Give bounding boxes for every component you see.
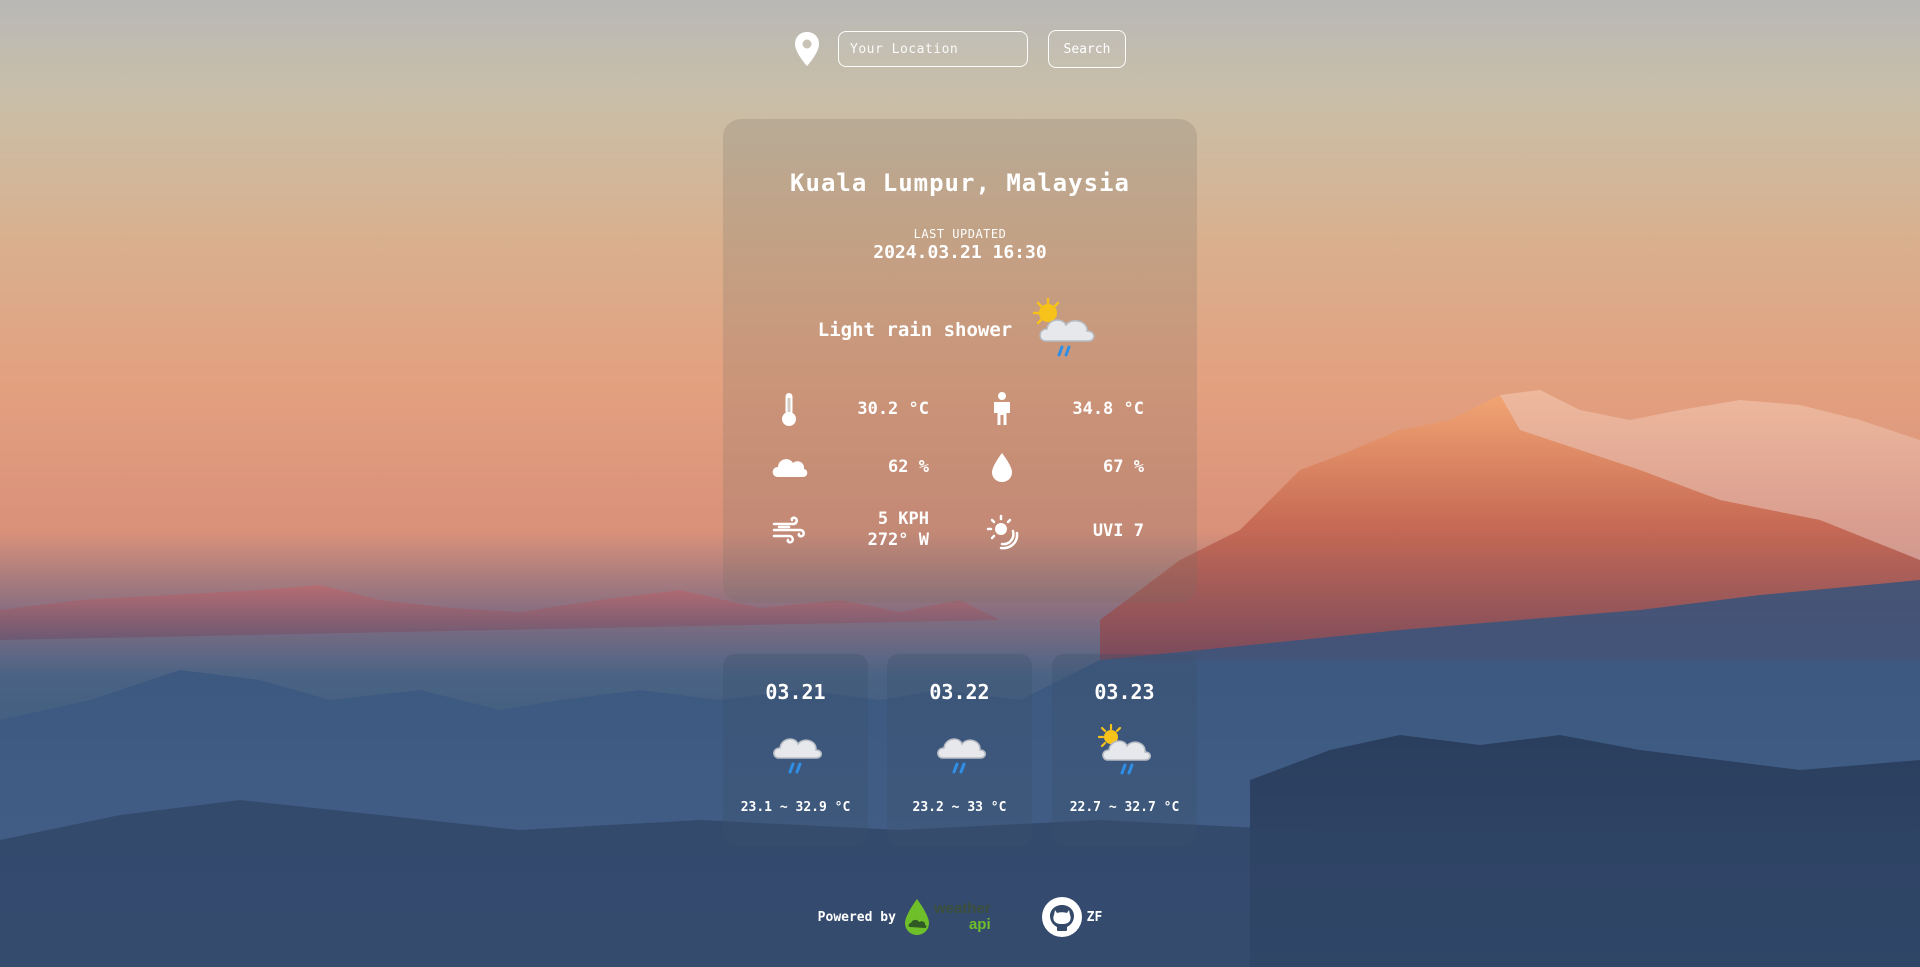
condition-row: Light rain shower [723,297,1197,363]
wind-speed: 5 KPH [877,509,929,529]
wind-stat: 5 KPH 272° W [769,509,929,551]
search-bar: Search [0,29,1920,69]
wind-direction: 272° W [867,530,929,550]
cloud-cover-value: 62 % [888,456,929,477]
wind-icon [772,516,805,544]
person-icon [994,392,1010,425]
current-weather-card: Kuala Lumpur, Malaysia LAST UPDATED 2024… [723,119,1197,603]
temperature-stat: 30.2 °C [769,389,929,429]
uv-index-stat: UVI 7 [982,511,1144,551]
humidity-stat: 67 % [982,447,1144,487]
sun-rain-cloud-icon [1097,724,1151,775]
logo-word-api: api [968,916,991,933]
cloud-icon [772,459,808,477]
cloud-cover-stat: 62 % [769,447,929,487]
forecast-card: 03.22 23.2 ~ 33 °C [887,654,1032,846]
weatherapi-drop-icon [904,899,929,935]
rain-cloud-icon [936,738,986,774]
water-drop-icon [992,453,1012,482]
forecast-card: 03.21 23.1 ~ 32.9 °C [723,654,868,846]
footer: Powered by weather api ZF [0,895,1920,939]
forecast-date: 03.22 [929,680,990,704]
temperature-value: 30.2 °C [857,398,929,419]
humidity-value: 67 % [1103,456,1144,477]
last-updated-time: 2024.03.21 16:30 [873,242,1047,263]
powered-by-text: Powered by [817,909,896,925]
feels-like-value: 34.8 °C [1072,398,1144,419]
search-button[interactable]: Search [1048,30,1126,68]
weatherapi-logo-link[interactable]: weather api [902,895,991,939]
uv-index-value: UVI 7 [1092,520,1144,541]
forecast-temp-range: 23.2 ~ 33 °C [912,800,1007,815]
github-link[interactable]: ZF [1041,896,1103,938]
github-username: ZF [1086,909,1103,925]
github-icon [1041,897,1082,937]
uv-sun-icon [986,514,1019,550]
logo-word-weather: weather [933,900,991,917]
location-pin-icon[interactable] [794,31,820,67]
condition-text: Light rain shower [817,319,1013,341]
last-updated-label: LAST UPDATED [913,227,1007,241]
forecast-date: 03.21 [765,680,826,704]
forecast-temp-range: 23.1 ~ 32.9 °C [740,800,851,815]
forecast-date: 03.23 [1094,680,1155,704]
rain-cloud-icon [772,738,822,774]
forecast-card: 03.23 22.7 ~ 32.7 °C [1052,654,1197,846]
location-input[interactable] [838,31,1028,67]
sun-rain-cloud-icon [1032,297,1095,357]
thermometer-icon [782,393,796,426]
location-title: Kuala Lumpur, Malaysia [790,169,1130,197]
wind-value: 5 KPH 272° W [809,509,929,551]
forecast-temp-range: 22.7 ~ 32.7 °C [1069,800,1180,815]
feels-like-stat: 34.8 °C [982,389,1144,429]
